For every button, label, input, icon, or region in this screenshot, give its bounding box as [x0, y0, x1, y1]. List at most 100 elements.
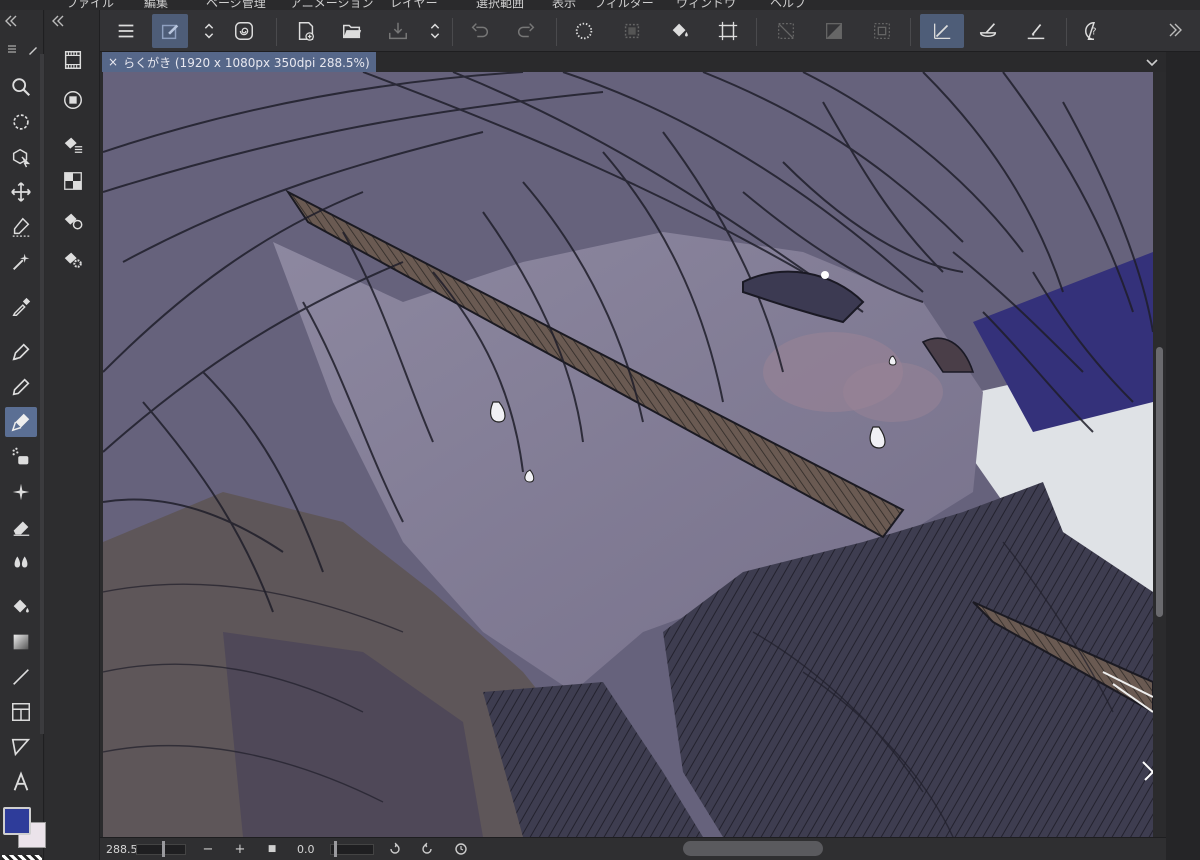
menu-layer[interactable]: レイヤー — [390, 0, 438, 10]
save-button[interactable] — [380, 14, 416, 48]
spiral-button[interactable] — [226, 14, 262, 48]
frame-tool[interactable] — [5, 697, 37, 727]
brush-tool[interactable] — [5, 407, 37, 437]
menu-view[interactable]: 表示 — [552, 0, 576, 10]
zoom-out-button[interactable]: − — [198, 840, 218, 858]
clear-button[interactable] — [566, 14, 602, 48]
tool-palette-scrollbar[interactable] — [40, 54, 44, 734]
magic-wand-tool[interactable] — [5, 247, 37, 277]
right-dock-edge — [1166, 52, 1200, 860]
rotate-right-button[interactable] — [417, 840, 437, 858]
reset-rotation-button[interactable] — [451, 840, 471, 858]
main-menu-button[interactable] — [108, 14, 144, 48]
canvas-vertical-scrollbar[interactable] — [1153, 72, 1166, 837]
brush-icon — [11, 413, 30, 432]
deselect-button[interactable] — [768, 14, 804, 48]
artwork-sketch — [103, 72, 1153, 837]
pen-tool[interactable] — [5, 337, 37, 367]
main-color-chip[interactable] — [3, 807, 31, 835]
eraser-tool[interactable] — [5, 512, 37, 542]
gradient-tool[interactable] — [5, 627, 37, 657]
undo-button[interactable] — [462, 14, 498, 48]
snap-grid-button[interactable] — [970, 14, 1006, 48]
snap-special-ruler-button[interactable] — [1018, 14, 1054, 48]
horizontal-scroll-thumb[interactable] — [683, 841, 823, 856]
menu-page[interactable]: ページ管理 — [206, 0, 266, 10]
blend-icon — [14, 556, 28, 568]
collapse-icon[interactable] — [4, 14, 18, 28]
fit-button[interactable]: ■ — [262, 840, 282, 858]
object-tool[interactable] — [5, 142, 37, 172]
new-canvas-button[interactable] — [288, 14, 324, 48]
rotate-left-button[interactable] — [385, 840, 405, 858]
edit-mode-button[interactable] — [152, 14, 188, 48]
document-title: らくがき (1920 x 1080px 350dpi 288.5%) — [123, 55, 370, 70]
drawing-canvas[interactable] — [103, 72, 1153, 837]
animation-palette-button[interactable] — [59, 46, 87, 74]
pencil-tool[interactable] — [5, 372, 37, 402]
redo-button[interactable] — [508, 14, 544, 48]
chevron-down-icon[interactable] — [1144, 54, 1160, 70]
snap-ruler-button[interactable] — [920, 14, 964, 48]
vertical-scroll-thumb[interactable] — [1156, 347, 1163, 617]
invert-selection-icon — [826, 23, 842, 39]
minus-icon: − — [202, 841, 214, 857]
menu-edit[interactable]: 編集 — [144, 0, 168, 10]
select-all-button[interactable] — [614, 14, 650, 48]
eyedropper-icon — [12, 297, 31, 316]
lasso-tool[interactable] — [5, 212, 37, 242]
transparent-color-chip[interactable] — [2, 855, 42, 860]
expand-icon[interactable] — [1166, 22, 1182, 38]
save-options-button[interactable] — [426, 14, 444, 48]
decoration-tool[interactable] — [5, 477, 37, 507]
help-button[interactable]: ? — [1076, 14, 1112, 48]
menu-help[interactable]: ヘルプ — [770, 0, 806, 10]
eyedropper-tool[interactable] — [5, 292, 37, 322]
spiral-icon — [235, 22, 253, 40]
zoom-slider[interactable] — [136, 844, 186, 855]
snap-ruler-icon — [934, 23, 951, 39]
close-tab-icon[interactable]: × — [108, 55, 118, 69]
fill-tool[interactable] — [5, 592, 37, 622]
sub-view-palette-button[interactable] — [59, 206, 87, 234]
menu-animation[interactable]: アニメーション — [290, 0, 374, 10]
palette-menu-icon[interactable] — [6, 43, 18, 55]
blend-tool[interactable] — [5, 547, 37, 577]
document-tab[interactable]: × らくがき (1920 x 1080px 350dpi 288.5%) — [102, 52, 376, 72]
fill-button[interactable] — [662, 14, 698, 48]
invert-selection-button[interactable] — [816, 14, 852, 48]
menu-selection[interactable]: 選択範囲 — [476, 0, 524, 10]
settings-palette-button[interactable] — [59, 245, 87, 273]
collapse-icon[interactable] — [51, 14, 65, 28]
menu-window[interactable]: ウィンドウ — [676, 0, 736, 10]
switch-button[interactable] — [200, 14, 218, 48]
zoom-tool[interactable] — [5, 72, 37, 102]
menu-bar: ファイル 編集 ページ管理 アニメーション レイヤー 選択範囲 表示 フィルター… — [0, 0, 1200, 10]
pen-icon — [12, 343, 30, 361]
ruler-tool[interactable] — [5, 732, 37, 762]
sub-view-icon — [64, 213, 83, 230]
settings-icon — [64, 252, 82, 268]
transform-button[interactable] — [710, 14, 746, 48]
navigator-icon — [64, 172, 82, 190]
open-button[interactable] — [334, 14, 370, 48]
line-tool[interactable] — [5, 662, 37, 692]
menu-file[interactable]: ファイル — [66, 0, 114, 10]
record-palette-button[interactable] — [59, 86, 87, 114]
object-icon — [12, 148, 31, 168]
plus-icon: + — [234, 841, 246, 857]
rotate-tool[interactable] — [5, 107, 37, 137]
rotate-left-icon — [390, 842, 400, 854]
zoom-slider-knob[interactable] — [162, 841, 165, 857]
rotation-slider-knob[interactable] — [334, 841, 337, 857]
show-selection-button[interactable] — [864, 14, 900, 48]
airbrush-tool[interactable] — [5, 442, 37, 472]
snap-grid-icon — [979, 23, 997, 38]
navigator-palette-button[interactable] — [59, 167, 87, 195]
menu-filter[interactable]: フィルター — [594, 0, 654, 10]
text-tool[interactable] — [5, 767, 37, 797]
layer-property-palette-button[interactable] — [59, 130, 87, 158]
record-icon — [64, 91, 82, 109]
move-tool[interactable] — [5, 177, 37, 207]
zoom-in-button[interactable]: + — [230, 840, 250, 858]
